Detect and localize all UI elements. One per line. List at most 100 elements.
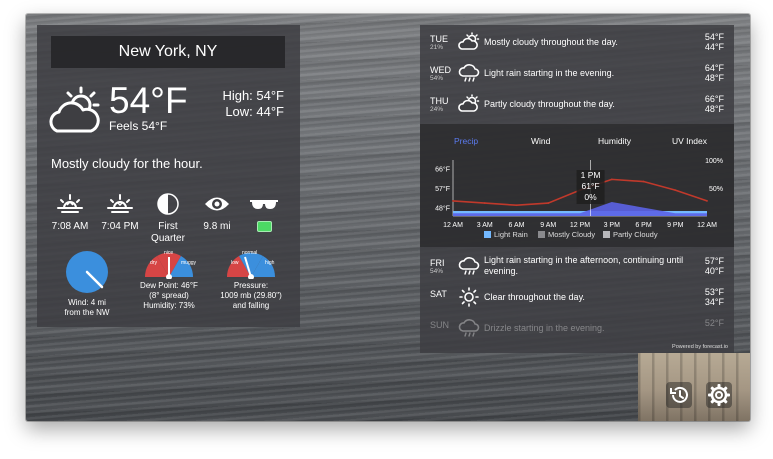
pressure-meter-icon: low normal high: [226, 250, 276, 279]
dew-line3: Humidity: 73%: [143, 301, 195, 310]
day-summary: Light rain starting in the evening.: [484, 68, 615, 78]
location-title[interactable]: New York, NY: [51, 36, 285, 68]
cloud-sun-icon: [458, 32, 480, 52]
pressure-label-low: low: [231, 260, 239, 266]
sunrise-icon: [57, 194, 83, 213]
history-icon: [670, 386, 688, 403]
temperature-point: [706, 200, 708, 202]
uv-indicator: [256, 221, 272, 232]
forecast-day-row[interactable]: SAT Clear throughout the day. 53°F 34°F: [420, 282, 734, 313]
low-temp: Low: 44°F: [225, 104, 284, 119]
wind-compass-icon: [66, 251, 108, 293]
day-summary: Clear throughout the day.: [484, 292, 585, 303]
sunset-metric: 7:04 PM: [97, 191, 143, 233]
sunset-icon: [107, 194, 133, 213]
legend-swatch: [603, 231, 610, 238]
forecast-panel: TUE 21% Mostly cloudy throughout the day. 5…: [420, 25, 734, 353]
temperature-point: [642, 180, 645, 183]
dew-label-dry: dry: [150, 260, 157, 266]
app-window: New York, NY 54°F Feels 54°F High: 54°F …: [26, 14, 750, 421]
wind-gauge: Wind: 4 mi from the NW: [51, 249, 123, 318]
dew-point-gauge: dry nice muggy Dew Point: 46°F (8° sprea…: [133, 249, 205, 311]
cloud-rain-icon: [458, 256, 480, 276]
day-summary: Partly cloudy throughout the day.: [484, 99, 615, 109]
legend-partly-cloudy: Partly Cloudy: [603, 230, 658, 239]
legend-label: Mostly Cloudy: [548, 230, 596, 239]
day-high: 54°F: [704, 32, 724, 42]
hourly-chart: Precip Wind Humidity UV Index 66°F 57°F 48…: [420, 124, 734, 247]
powered-by[interactable]: Powered by forecast.io: [672, 344, 728, 350]
dew-label-muggy: muggy: [181, 260, 197, 266]
temperature-point: [483, 202, 486, 204]
day-summary: Mostly cloudy throughout the day.: [484, 37, 618, 47]
day-high-low: 53°F 34°F: [705, 287, 724, 307]
x-tick-label: 9 AM: [540, 222, 556, 229]
day-summary: Light rain starting in the afternoon, co…: [484, 255, 683, 277]
legend-swatch: [484, 231, 491, 238]
legend-swatch: [538, 231, 545, 238]
dew-point-meter-icon: dry nice muggy: [144, 250, 197, 279]
visibility-metric: 9.8 mi: [194, 191, 240, 233]
x-tick-label: 3 PM: [604, 222, 621, 229]
sunglasses-icon: [250, 200, 278, 209]
day-low: 44°F: [704, 42, 724, 52]
moon-phase-metric: First Quarter: [145, 191, 191, 245]
cloud-sun-icon: [49, 86, 100, 133]
pressure-gauge: low normal high Pressure: 1009 mb (29.80…: [213, 249, 289, 311]
tooltip-time: 1 PM: [581, 170, 601, 180]
high-temp: High: 54°F: [222, 88, 284, 103]
forecast-day-row[interactable]: TUE 21% Mostly cloudy throughout the day. 5…: [420, 27, 734, 58]
x-tick-label: 12 AM: [443, 222, 463, 229]
dew-label-nice: nice: [164, 250, 173, 256]
sunrise-time: 7:08 AM: [51, 221, 89, 232]
tooltip-temp: 61°F: [582, 181, 600, 191]
day-high: 52°F: [704, 318, 724, 328]
y-tick-label: 48°F: [435, 204, 450, 212]
wind-line2: from the NW: [64, 308, 110, 317]
forecast-day-row[interactable]: WED 54% Light rain starting in the evening…: [420, 58, 734, 89]
day-low: 48°F: [704, 73, 724, 83]
settings-button[interactable]: [706, 382, 732, 408]
day-high: 53°F: [704, 287, 724, 297]
forecast-day-row[interactable]: FRI 54% Light rain starting in the afterno…: [420, 251, 734, 282]
pressure-label-normal: normal: [242, 250, 257, 256]
day-name: TUE: [430, 34, 448, 44]
y-tick-label: 57°F: [435, 185, 450, 193]
moon-phase-line2: Quarter: [151, 233, 185, 244]
day-high-low: 66°F 48°F: [705, 94, 724, 114]
day-summary: Drizzle starting in the evening.: [484, 323, 605, 334]
day-summary-line2: evening.: [484, 266, 519, 276]
day-name: WED: [430, 65, 451, 75]
forecast-day-row[interactable]: THU 24% Partly cloudy throughout the day. 6…: [420, 89, 734, 120]
day-name: FRI: [430, 258, 445, 268]
moon-phase-icon: [157, 193, 179, 215]
sunset-time: 7:04 PM: [101, 221, 139, 232]
precip-probability: 21%: [430, 44, 444, 51]
sun-icon: [458, 287, 480, 307]
cloud-sun-icon: [458, 94, 480, 114]
pressure-line2: 1009 mb (29.80"): [220, 291, 282, 300]
temperature-point: [674, 189, 677, 192]
dew-line2: (8° spread): [149, 291, 189, 300]
precip-probability: 54%: [430, 75, 444, 82]
current-conditions-panel: New York, NY 54°F Feels 54°F High: 54°F …: [37, 25, 300, 327]
wind-line1: Wind: 4 mi: [68, 298, 106, 307]
gear-icon: [708, 384, 730, 406]
precip-probability: 54%: [430, 268, 444, 275]
eye-icon: [205, 197, 229, 211]
y2-tick-label: 100%: [705, 158, 723, 165]
temperature-point: [515, 204, 518, 207]
day-low: 34°F: [704, 297, 724, 307]
moon-phase-line1: First: [158, 221, 178, 232]
x-tick-label: 6 PM: [635, 222, 652, 229]
temperature-point: [547, 202, 550, 204]
hourly-chart-svg: 66°F 57°F 48°F 100% 50% 12 AM 3 AM 6 AM 9 AM 12 P…: [435, 158, 723, 229]
legend-mostly-cloudy: Mostly Cloudy: [538, 230, 595, 239]
cloud-rain-icon: [458, 63, 480, 83]
day-high-low: 52°F: [705, 318, 724, 328]
high-low: High: 54°F Low: 44°F: [222, 88, 284, 120]
forecast-day-row[interactable]: SUN Drizzle starting in the evening. 52°F: [420, 313, 734, 344]
history-button[interactable]: [666, 382, 692, 408]
day-summary-line1: Light rain starting in the afternoon, co…: [484, 255, 684, 265]
day-summary-line1: Drizzle starting in the evening.: [484, 323, 605, 333]
